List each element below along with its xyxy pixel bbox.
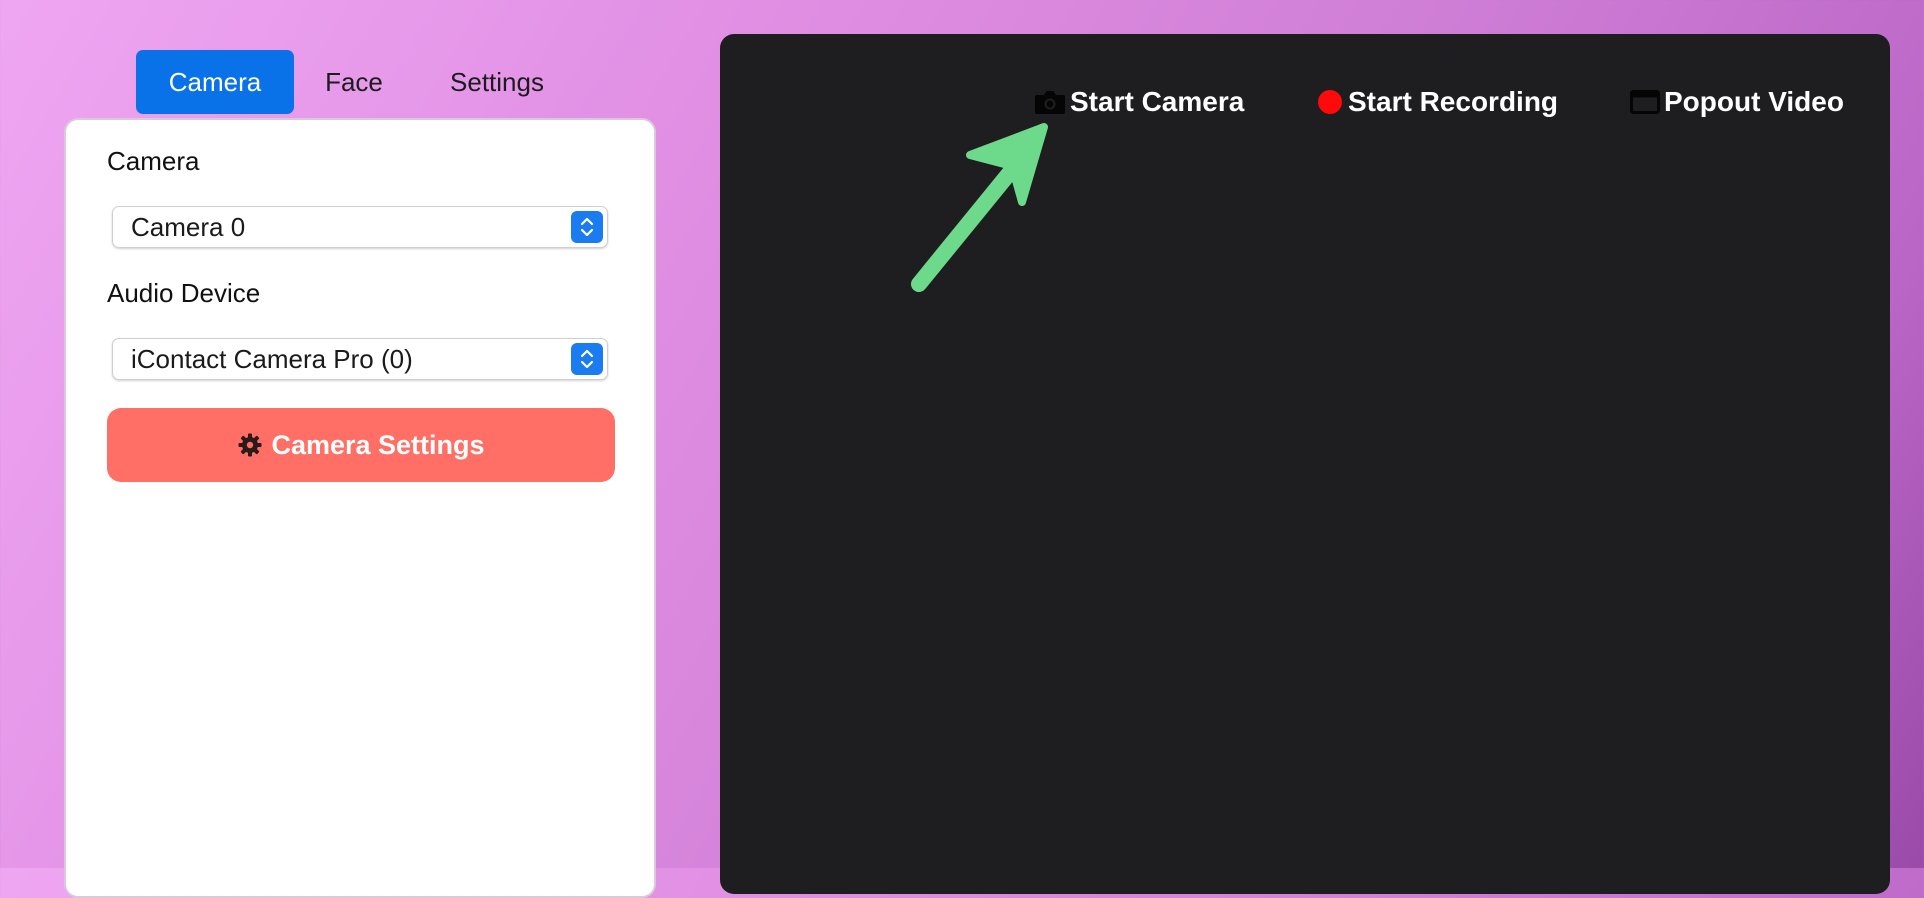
popout-video-label: Popout Video xyxy=(1664,86,1844,117)
tab-settings[interactable]: Settings xyxy=(414,50,580,114)
audio-device-select[interactable]: iContact Camera Pro (0) xyxy=(112,338,608,380)
audio-device-select-value: iContact Camera Pro (0) xyxy=(131,343,413,374)
start-recording-button[interactable]: Start Recording xyxy=(1318,82,1558,122)
chevron-up-down-icon xyxy=(571,211,603,243)
popout-video-button[interactable]: Popout Video xyxy=(1630,82,1844,122)
start-camera-button[interactable]: Start Camera xyxy=(1034,82,1244,122)
video-preview-area xyxy=(720,34,1890,894)
camera-settings-panel: Camera Camera 0 Audio Device iContact Ca… xyxy=(64,118,656,898)
camera-select[interactable]: Camera 0 xyxy=(112,206,608,248)
start-recording-label: Start Recording xyxy=(1348,86,1559,117)
chevron-up-down-icon xyxy=(571,343,603,375)
window-icon xyxy=(1630,89,1660,115)
start-camera-label: Start Camera xyxy=(1070,86,1245,117)
gear-icon xyxy=(237,432,263,458)
camera-label: Camera xyxy=(107,146,200,176)
tab-face[interactable]: Face xyxy=(294,50,414,114)
record-dot-icon xyxy=(1318,90,1342,114)
audio-device-label: Audio Device xyxy=(107,278,261,308)
camera-select-value: Camera 0 xyxy=(131,211,246,242)
tab-bar: Camera Face Settings xyxy=(136,50,580,114)
camera-icon xyxy=(1034,88,1066,116)
camera-settings-button-label: Camera Settings xyxy=(271,429,485,460)
tab-camera[interactable]: Camera xyxy=(136,50,294,114)
camera-settings-button[interactable]: Camera Settings xyxy=(107,408,615,482)
